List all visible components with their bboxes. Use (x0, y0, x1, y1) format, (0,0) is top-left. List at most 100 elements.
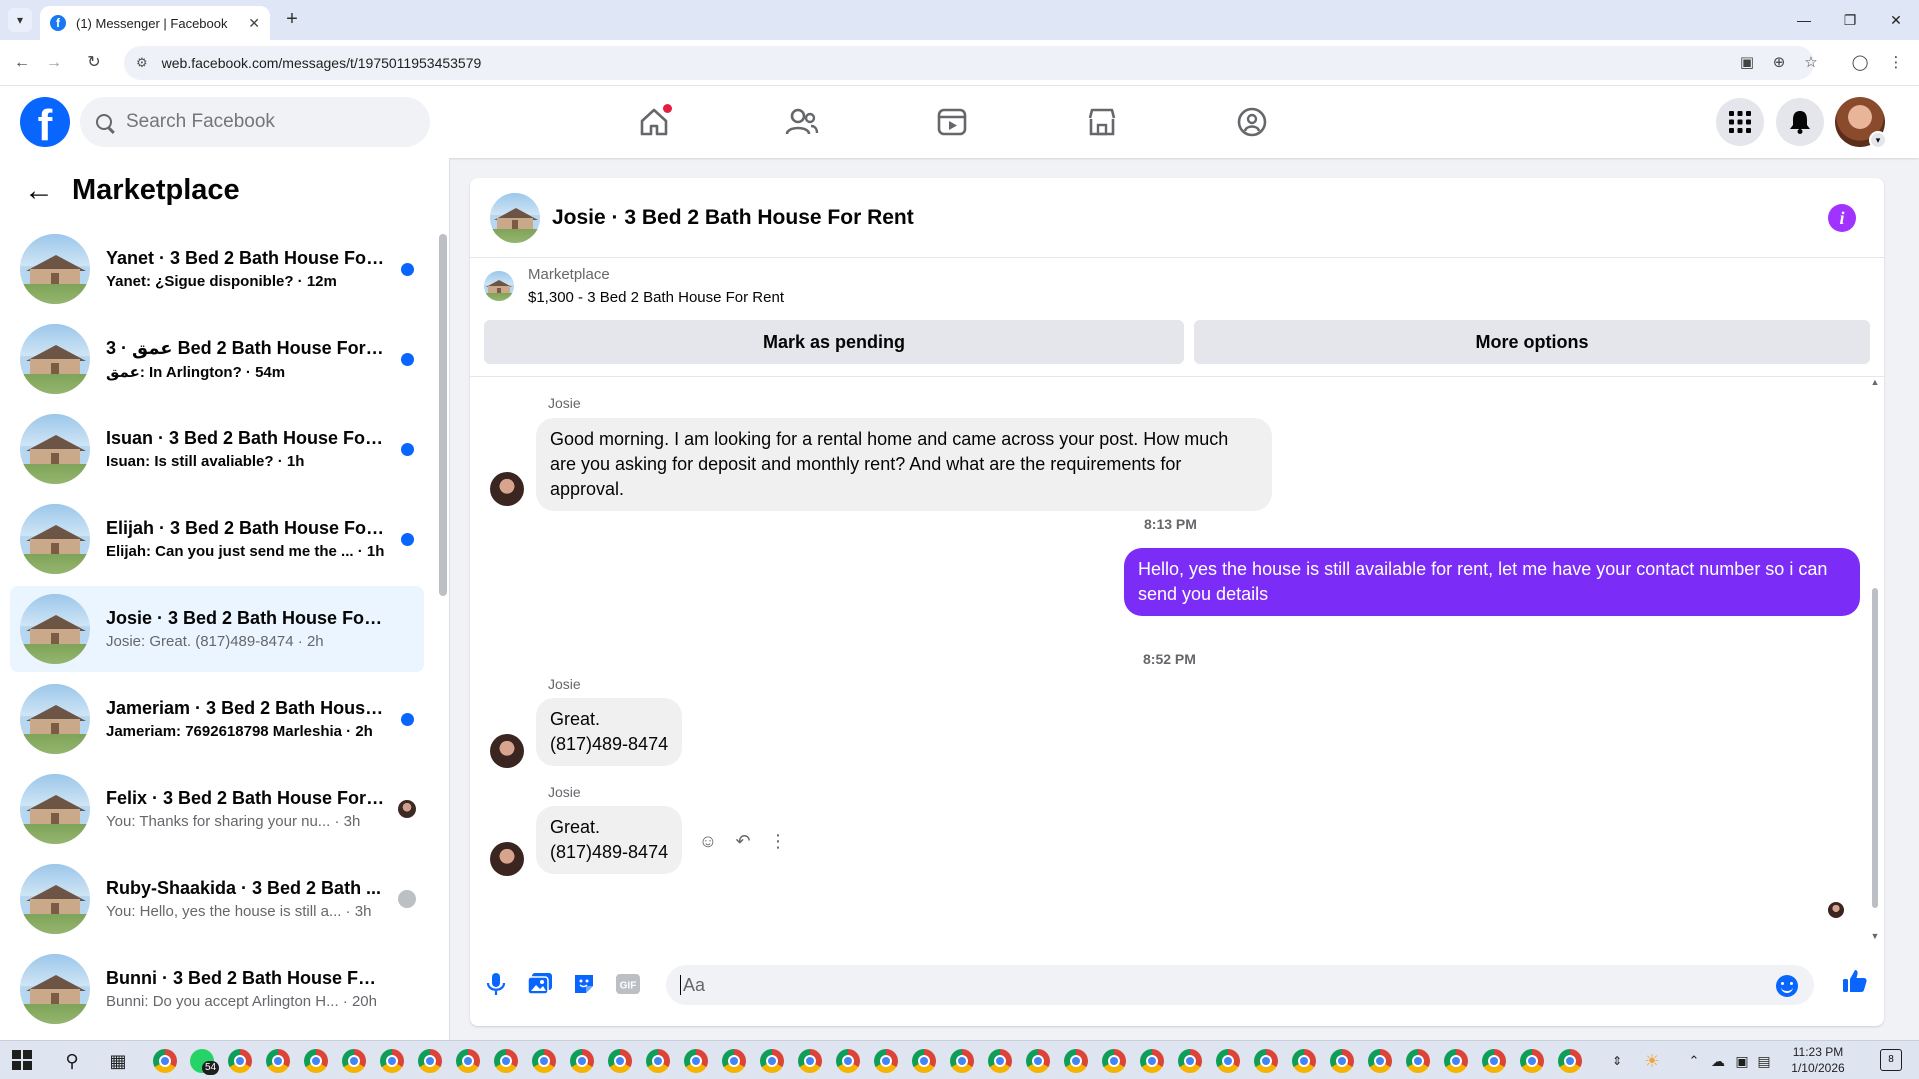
nav-marketplace[interactable] (1082, 104, 1122, 140)
chrome-taskbar-icon[interactable] (1216, 1049, 1240, 1073)
outgoing-message[interactable]: Hello, yes the house is still available … (1124, 548, 1860, 616)
thumbs-up-icon[interactable] (1842, 968, 1868, 1001)
search-input[interactable] (126, 111, 406, 133)
chrome-taskbar-icon[interactable] (1520, 1049, 1544, 1073)
install-app-icon[interactable]: ▣ (1735, 51, 1759, 75)
conversation-item-arabic[interactable]: عمق · 3 Bed 2 Bath House For Rent ... عمق… (10, 316, 424, 402)
bookmark-star-icon[interactable]: ☆ (1799, 51, 1823, 75)
sender-avatar[interactable] (490, 734, 524, 768)
notification-center-icon[interactable]: 8 (1880, 1049, 1902, 1071)
forward-arrow-icon[interactable]: → (42, 51, 66, 75)
chat-scroll-thumb[interactable] (1872, 588, 1878, 908)
conversation-item-jameriam[interactable]: Jameriam · 3 Bed 2 Bath House... Jameriam… (10, 676, 424, 762)
conversation-item-felix[interactable]: Felix · 3 Bed 2 Bath House For ... You: T… (10, 766, 424, 852)
conversation-item-bunni[interactable]: Bunni · 3 Bed 2 Bath House For R... Bunni… (10, 946, 424, 1032)
chrome-taskbar-icon[interactable] (912, 1049, 936, 1073)
chrome-taskbar-icon[interactable] (1368, 1049, 1392, 1073)
chrome-taskbar-icon[interactable] (1406, 1049, 1430, 1073)
camera-icon[interactable]: ▣ (1730, 1049, 1754, 1073)
listing-summary[interactable]: Marketplace $1,300 - 3 Bed 2 Bath House … (484, 266, 784, 306)
back-arrow-icon[interactable]: ← (24, 175, 54, 206)
nav-groups[interactable] (1232, 104, 1272, 140)
chrome-taskbar-icon[interactable] (1444, 1049, 1468, 1073)
chrome-taskbar-icon[interactable] (798, 1049, 822, 1073)
chrome-taskbar-icon[interactable] (1178, 1049, 1202, 1073)
chrome-taskbar-icon[interactable] (836, 1049, 860, 1073)
sticker-button[interactable] (570, 970, 598, 998)
chrome-taskbar-icon[interactable] (342, 1049, 366, 1073)
info-icon[interactable]: i (1828, 204, 1856, 232)
react-smiley-icon[interactable]: ☺ (697, 830, 719, 852)
taskbar-search-icon[interactable]: ⚲ (60, 1049, 84, 1073)
browser-tab-messenger[interactable]: f (1) Messenger | Facebook ✕ (40, 6, 270, 40)
chrome-taskbar-icon[interactable] (1254, 1049, 1278, 1073)
more-actions-icon[interactable]: ⋮ (767, 830, 789, 852)
chrome-taskbar-icon[interactable] (722, 1049, 746, 1073)
sidebar-scroll-thumb[interactable] (439, 234, 447, 596)
nav-video[interactable] (932, 104, 972, 140)
network-icon[interactable]: ▤ (1752, 1049, 1776, 1073)
chat-scrollbar[interactable]: ▲ ▼ (1870, 377, 1880, 941)
chrome-taskbar-icon[interactable] (570, 1049, 594, 1073)
conversation-item-ruby-shaakida[interactable]: Ruby-Shaakida · 3 Bed 2 Bath ... You: Hel… (10, 856, 424, 942)
search-box[interactable] (80, 97, 430, 147)
profile-icon[interactable]: ◯ (1848, 51, 1872, 75)
chrome-taskbar-icon[interactable] (153, 1049, 177, 1073)
chrome-taskbar-icon[interactable] (1330, 1049, 1354, 1073)
listing-thumbnail[interactable] (490, 192, 540, 243)
gif-button[interactable]: GIF (614, 970, 642, 998)
tab-search-dropdown-icon[interactable]: ▾ (8, 8, 32, 32)
weather-icon[interactable]: ☀ (1640, 1049, 1664, 1073)
task-view-icon[interactable]: ▦ (106, 1049, 130, 1073)
conversation-item-yanet[interactable]: Yanet · 3 Bed 2 Bath House For... Yanet: … (10, 226, 424, 312)
chrome-taskbar-icon[interactable] (988, 1049, 1012, 1073)
conversation-item-isuan[interactable]: Isuan · 3 Bed 2 Bath House For ... Isuan:… (10, 406, 424, 492)
chrome-taskbar-icon[interactable] (418, 1049, 442, 1073)
browser-menu-icon[interactable]: ⋮ (1884, 51, 1908, 75)
windows-start-icon[interactable] (12, 1050, 32, 1070)
chrome-taskbar-icon[interactable] (1026, 1049, 1050, 1073)
chrome-taskbar-icon[interactable] (228, 1049, 252, 1073)
message-input[interactable]: Aa (666, 965, 1814, 1005)
reload-icon[interactable]: ↻ (82, 51, 106, 75)
notifications-button[interactable] (1776, 98, 1824, 146)
chrome-taskbar-icon[interactable] (532, 1049, 556, 1073)
incoming-message[interactable]: Great. (817)489-8474 (536, 698, 683, 766)
chrome-taskbar-icon[interactable] (874, 1049, 898, 1073)
restore-window-button[interactable]: ❐ (1827, 0, 1873, 40)
voice-clip-button[interactable] (482, 970, 510, 998)
cloud-icon[interactable]: ☁ (1706, 1049, 1730, 1073)
facebook-logo-icon[interactable]: f (20, 97, 70, 150)
chrome-taskbar-icon[interactable] (1482, 1049, 1506, 1073)
new-tab-button[interactable]: + (280, 8, 304, 32)
chrome-taskbar-icon[interactable] (266, 1049, 290, 1073)
zoom-icon[interactable]: ⊕ (1767, 51, 1791, 75)
chrome-taskbar-icon[interactable] (1292, 1049, 1316, 1073)
url-omnibox[interactable]: ⚙ web.facebook.com/messages/t/1975011953… (124, 46, 1814, 80)
close-window-button[interactable]: ✕ (1873, 0, 1919, 40)
chrome-taskbar-icon[interactable] (760, 1049, 784, 1073)
chrome-taskbar-icon[interactable] (380, 1049, 404, 1073)
emoji-icon[interactable] (1776, 975, 1798, 997)
minimize-window-button[interactable]: — (1781, 0, 1827, 40)
sender-avatar[interactable] (490, 842, 524, 876)
attach-photo-button[interactable] (526, 970, 554, 998)
sender-avatar[interactable] (490, 472, 524, 506)
taskbar-overflow-icon[interactable]: ⇕ (1605, 1049, 1629, 1073)
system-clock[interactable]: 11:23 PM 1/10/2026 (1778, 1044, 1858, 1076)
close-tab-icon[interactable]: ✕ (248, 15, 260, 32)
chrome-taskbar-icon[interactable] (304, 1049, 328, 1073)
chrome-taskbar-icon[interactable] (494, 1049, 518, 1073)
account-avatar[interactable]: ▾ (1835, 97, 1887, 149)
menu-grid-button[interactable] (1716, 98, 1764, 146)
conversation-item-elijah[interactable]: Elijah · 3 Bed 2 Bath House For ... Elija… (10, 496, 424, 582)
chrome-taskbar-icon[interactable] (1102, 1049, 1126, 1073)
reply-icon[interactable]: ↶ (732, 830, 754, 852)
chrome-taskbar-icon[interactable] (608, 1049, 632, 1073)
chrome-taskbar-icon[interactable] (1140, 1049, 1164, 1073)
chrome-taskbar-icon[interactable] (950, 1049, 974, 1073)
back-arrow-icon[interactable]: ← (10, 51, 34, 75)
chrome-taskbar-icon[interactable] (646, 1049, 670, 1073)
incoming-message[interactable]: Good morning. I am looking for a rental … (536, 418, 1272, 511)
mark-as-pending-button[interactable]: Mark as pending (484, 320, 1184, 364)
